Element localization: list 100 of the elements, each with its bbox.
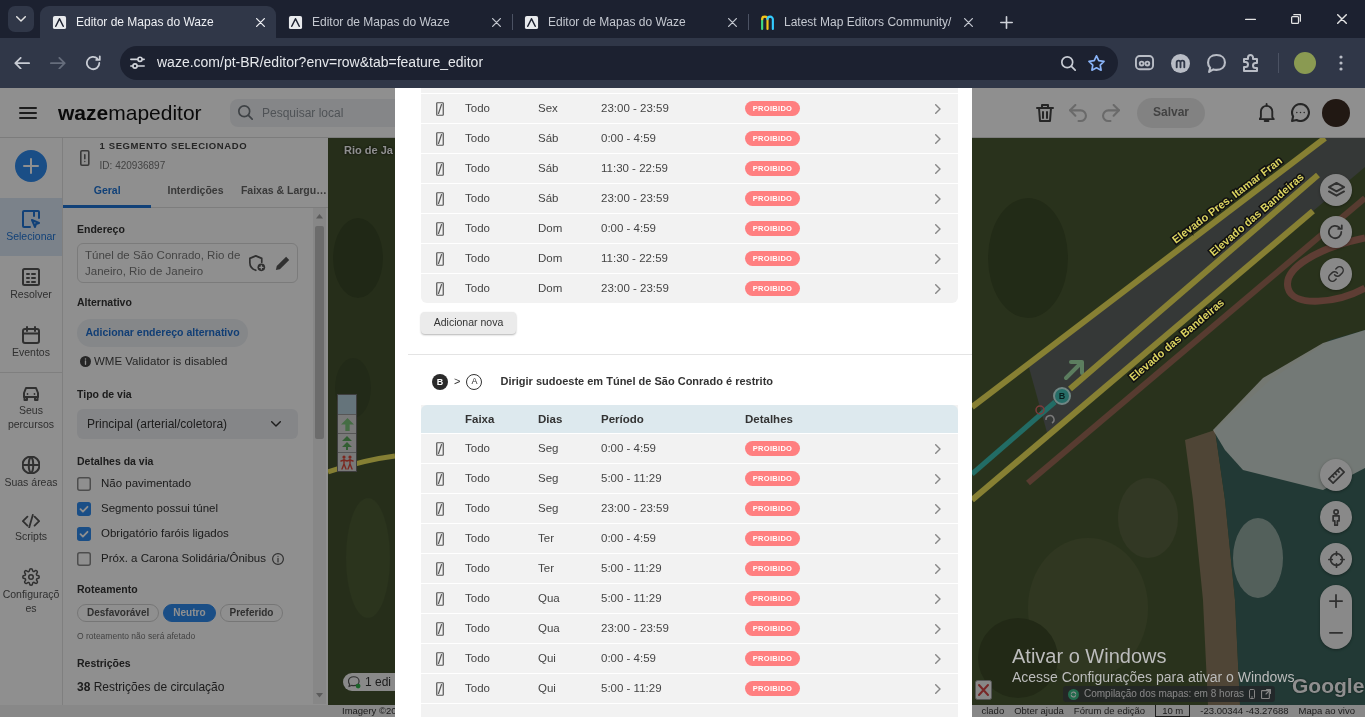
zoom-control[interactable] [1320, 585, 1352, 649]
crossed-tile-icon[interactable] [975, 680, 992, 700]
turn-marker-icon[interactable] [1035, 405, 1055, 424]
panel-tab[interactable]: Geral [63, 177, 152, 208]
magnifier-icon[interactable] [1060, 55, 1076, 71]
routing-option[interactable]: Desfavorável [77, 604, 160, 622]
chevron-right-icon[interactable] [935, 503, 941, 514]
pencil-icon[interactable] [275, 255, 291, 271]
panel-tab[interactable]: Interdições [151, 177, 240, 208]
phone-icon[interactable] [1249, 689, 1256, 699]
checkbox[interactable] [77, 476, 91, 491]
globe-icon [22, 456, 40, 474]
scrollbar-track[interactable] [313, 208, 326, 704]
browser-tab[interactable]: Editor de Mapas do Waze [40, 6, 276, 38]
chevron-right-icon[interactable] [935, 193, 941, 204]
tab-search-button[interactable] [8, 6, 34, 32]
table-cell-text: Qua [538, 591, 561, 606]
chevron-right-icon[interactable] [935, 443, 941, 454]
profile-avatar[interactable] [1294, 52, 1316, 74]
close-icon[interactable] [492, 17, 501, 27]
checkbox[interactable] [77, 526, 91, 541]
segment-node[interactable] [1053, 387, 1071, 405]
slashed-box-icon [436, 441, 444, 456]
minus-icon [1329, 631, 1343, 635]
footer-link[interactable]: Mapa ao vivo [1298, 705, 1355, 717]
reload-icon[interactable] [86, 55, 102, 71]
browser-tab[interactable]: Editor de Mapas do Waze [276, 6, 512, 38]
chevron-right-icon[interactable] [935, 253, 941, 264]
close-icon[interactable] [1337, 14, 1347, 24]
selected-segment[interactable] [970, 400, 1057, 476]
routing-option[interactable]: Preferido [219, 604, 284, 622]
panel-tab[interactable]: Faixas & Largu… [239, 177, 328, 208]
footer-link[interactable]: Obter ajuda [1014, 705, 1064, 717]
restrictions-summary[interactable]: 38 Restrições de circulação [77, 679, 313, 695]
chevron-right-icon[interactable] [935, 683, 941, 694]
robot-face-icon[interactable] [1134, 55, 1154, 71]
pedestrians-icon[interactable] [340, 454, 354, 470]
online-editors-button[interactable]: 1 edi [343, 673, 395, 691]
table-cell-text: 11:30 - 22:59 [601, 251, 669, 266]
rail-item[interactable]: Configurações [0, 556, 62, 629]
add-button[interactable]: Adicionar nova [421, 312, 516, 334]
minimize-icon[interactable] [1244, 17, 1256, 21]
checkbox-label[interactable]: Obrigatório faróis ligados [101, 526, 229, 541]
address-field[interactable]: Túnel de São Conrado, Rio de Janeiro, Rio de Janeiro [77, 243, 298, 283]
settings-icon [22, 568, 40, 587]
chevron-right-icon[interactable] [935, 103, 941, 114]
site-settings-icon[interactable] [129, 56, 145, 70]
chevron-right-icon[interactable] [935, 533, 941, 544]
chevron-right-icon[interactable] [935, 473, 941, 484]
rail-item[interactable]: Eventos [0, 314, 62, 372]
more-menu-icon[interactable] [1339, 55, 1343, 71]
chevron-right-icon[interactable] [935, 563, 941, 574]
close-icon[interactable] [728, 17, 737, 27]
table-cell-text: Todo [465, 131, 491, 146]
add-alternative-button[interactable]: Adicionar endereço alternativo [77, 319, 249, 347]
checkbox-label[interactable]: Não pavimentado [101, 476, 192, 491]
chat-icon[interactable] [1290, 103, 1310, 122]
browser-tab[interactable]: Latest Map Editors Community/ [748, 6, 984, 38]
field-label: Roteamento [77, 582, 139, 596]
chevron-right-icon[interactable] [935, 283, 941, 294]
chevron-right-icon[interactable] [935, 653, 941, 664]
new-tab-icon[interactable] [999, 15, 1013, 29]
bell-icon[interactable] [1259, 103, 1275, 122]
chevron-right-icon[interactable] [935, 133, 941, 144]
checkbox-label[interactable]: Próx. a Carona Solidária/Ônibus [101, 551, 266, 566]
checkbox[interactable] [77, 551, 91, 566]
footer-link[interactable]: Fórum de edição [1073, 705, 1146, 717]
external-link-icon[interactable] [1261, 689, 1272, 699]
menu-icon[interactable] [19, 106, 37, 119]
chevron-right-icon[interactable] [935, 623, 941, 634]
rail-item[interactable]: Seus percursos [0, 373, 62, 444]
chevron-right-icon[interactable] [935, 593, 941, 604]
chevron-right-icon[interactable] [935, 223, 941, 234]
chevron-right-icon[interactable] [935, 163, 941, 174]
slashed-box-icon [436, 621, 444, 636]
checkbox[interactable] [77, 501, 91, 516]
create-button[interactable] [15, 150, 47, 182]
footer-link[interactable]: clado [981, 705, 1005, 717]
scrollbar-thumb[interactable] [315, 226, 324, 439]
browser-tab[interactable]: Editor de Mapas do Waze [512, 6, 748, 38]
info-icon[interactable] [271, 552, 284, 565]
speech-bubble-icon[interactable] [1206, 53, 1226, 73]
user-avatar[interactable] [1322, 98, 1350, 127]
rail-item[interactable]: Scripts [0, 502, 62, 557]
table-cell-text: Todo [465, 591, 491, 606]
round-extension-icon[interactable] [1170, 53, 1190, 73]
place-label: Rio de Ja [344, 144, 393, 158]
road-type-select[interactable]: Principal (arterial/coletora) [77, 409, 298, 439]
rail-item[interactable]: Suas áreas [0, 444, 62, 502]
back-icon[interactable] [14, 56, 30, 70]
swatch-icon[interactable] [338, 395, 356, 414]
restore-icon[interactable] [1291, 14, 1301, 24]
close-icon[interactable] [964, 17, 973, 27]
shield-plus-icon[interactable] [249, 254, 266, 272]
bookmark-star-icon[interactable] [1087, 54, 1105, 72]
extensions-icon[interactable] [1243, 54, 1261, 72]
checkbox-label[interactable]: Segmento possui túnel [101, 501, 218, 516]
trash-icon[interactable] [1036, 103, 1054, 122]
address-bar[interactable]: waze.com/pt-BR/editor?env=row&tab=feature_editor [120, 46, 1118, 80]
rail-item[interactable]: Resolver [0, 256, 62, 314]
